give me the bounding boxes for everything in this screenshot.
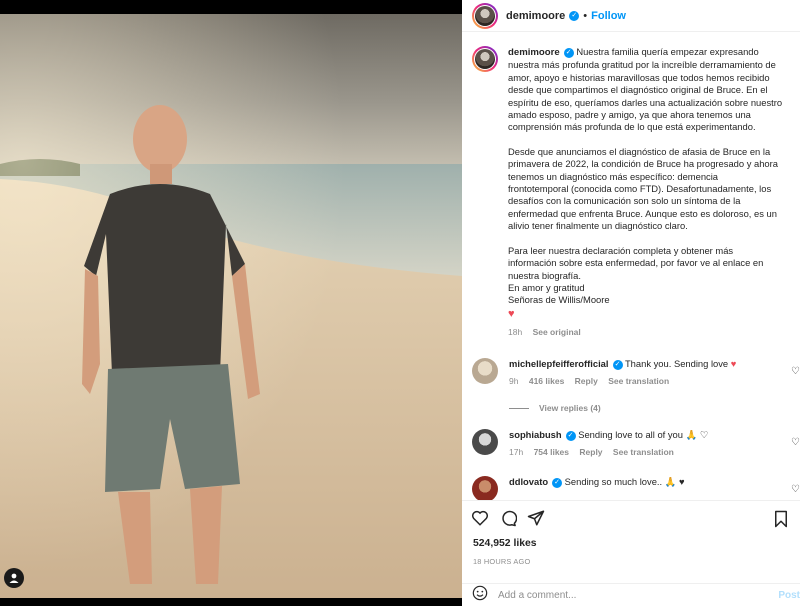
likes-count[interactable]: 524,952 likes [473,538,537,549]
caption-paragraph-3: Para leer nuestra declaración completa y… [508,245,792,320]
red-heart-emoji: ♥ [508,307,515,320]
caption-line: desafíos con la comunicación son solo un… [508,195,741,207]
caption-line: nuestra biografía. [508,269,581,281]
add-comment-input[interactable] [498,589,728,601]
reply-button[interactable]: Reply [575,376,598,386]
like-comment-heart-icon[interactable]: ♡ [791,437,800,448]
see-original-link[interactable]: See original [533,327,581,337]
caption-line: frontotemporal (conocida como FTD). Desa… [508,183,772,195]
follow-button[interactable]: Follow [591,10,626,22]
comment-text: Sending love to all of you [578,429,683,440]
caption-time: 18h [508,327,523,338]
comment-item: ddlovato ✓ Sending so much love.. 🙏 ♥ ♡ [472,476,800,500]
caption-line: comprensión más profunda de lo que está … [508,121,756,133]
verified-badge-icon: ✓ [612,359,623,370]
comment-likes[interactable]: 416 likes [529,376,564,386]
caption-line: desde que compartimos el diagnóstico ori… [508,84,768,96]
caption-line: nuestra más profunda gratitud por la inc… [508,59,776,71]
caption-line: enfermedad que enfrenta Bruce. Aunque es… [508,207,777,219]
red-heart-emoji: ♥ [730,358,737,369]
author-avatar[interactable] [472,2,498,29]
commenter-username[interactable]: sophiabush [509,429,562,440]
user-tag-icon[interactable] [4,568,24,588]
caption-line: información sobre esta enfermedad, por f… [508,257,764,269]
post-side-panel: demimoore ✓ • Follow demimoore ✓ Nuestra … [462,0,800,606]
comment-item: michellepfeifferofficial ✓ Thank you. Sen… [472,358,800,387]
praying-hands-emoji: 🙏 ♡ [685,429,709,440]
comment-meta: 9h 416 likes Reply See translation [509,375,800,387]
comment-time: 17h [509,447,524,457]
commenter-avatar[interactable] [472,358,498,384]
caption-line: En amor y gratitud [508,281,585,293]
post-header: demimoore ✓ • Follow [462,0,800,32]
commenter-avatar[interactable] [472,429,498,455]
see-translation-link[interactable]: See translation [613,447,674,457]
posted-ago: 18 HOURS AGO [473,557,531,566]
verified-badge-icon: ✓ [569,10,580,21]
comment-meta: 17h 754 likes Reply See translation [509,446,800,458]
share-icon[interactable] [527,509,545,527]
verified-badge-icon: ✓ [552,477,563,488]
view-replies-label: View replies (4) [539,403,601,413]
verified-badge-icon: ✓ [563,47,574,58]
caption-line: primavera de 2022, la condición de Bruce… [508,158,778,170]
post-photo[interactable] [0,14,462,598]
like-comment-heart-icon[interactable]: ♡ [791,366,800,377]
caption-username[interactable]: demimoore [508,47,560,58]
replies-divider [509,407,529,409]
comment-time: 9h [509,376,519,386]
post-caption: demimoore ✓ Nuestra familia quería empeza… [472,46,792,339]
commenter-username[interactable]: michellepfeifferofficial [509,358,609,369]
emoji-icon[interactable] [472,585,488,606]
caption-meta: 18h See original [508,326,792,338]
caption-paragraph-2: Desde que anunciamos el diagnóstico de a… [508,146,792,233]
comment-likes[interactable]: 754 likes [534,447,569,457]
beach-photo [0,14,462,598]
comment-text: Sending so much love.. [564,476,663,487]
caption-line: Nuestra familia quería empezar expresand… [576,46,759,57]
commenter-avatar[interactable] [472,476,498,500]
like-comment-heart-icon[interactable]: ♡ [791,484,800,495]
post-actions-bar [462,500,800,534]
comment-item: sophiabush ✓ Sending love to all of you 🙏… [472,429,800,458]
praying-hands-emoji: 🙏 ♥ [664,476,685,487]
caption-line: amor, apoyo e historias maravillosas que… [508,71,770,83]
add-comment-bar: Post [462,583,800,606]
caption-line: Desde que anunciamos el diagnóstico de a… [508,145,771,157]
caption-line: alivio tener finalmente un diagnóstico c… [508,220,688,232]
caption-author-avatar[interactable] [472,46,498,72]
comment-text: Thank you. Sending love [624,358,729,369]
bookmark-icon[interactable] [772,510,790,528]
commenter-username[interactable]: ddlovato [509,476,548,487]
view-replies-button[interactable]: View replies (4) [509,403,601,413]
caption-line: Señoras de Willis/Moore [508,294,610,306]
heart-outline-icon[interactable] [471,509,489,527]
caption-line: amado esposo, padre y amigo, ya que ahor… [508,109,751,121]
separator-dot: • [583,9,588,22]
caption-paragraph-1: demimoore ✓ Nuestra familia quería empeza… [508,46,792,134]
see-translation-link[interactable]: See translation [608,376,669,386]
post-comment-button[interactable]: Post [778,590,800,601]
caption-line: espíritu de eso, queríamos darles una ac… [508,96,783,108]
comment-icon[interactable] [499,509,517,527]
comments-section[interactable]: demimoore ✓ Nuestra familia quería empeza… [462,40,800,500]
caption-line: tenemos un diagnóstico más específico: d… [508,170,719,182]
reply-button[interactable]: Reply [579,447,602,457]
caption-line: Para leer nuestra declaración completa y… [508,244,734,256]
author-username[interactable]: demimoore [506,10,565,22]
verified-badge-icon: ✓ [565,430,576,441]
